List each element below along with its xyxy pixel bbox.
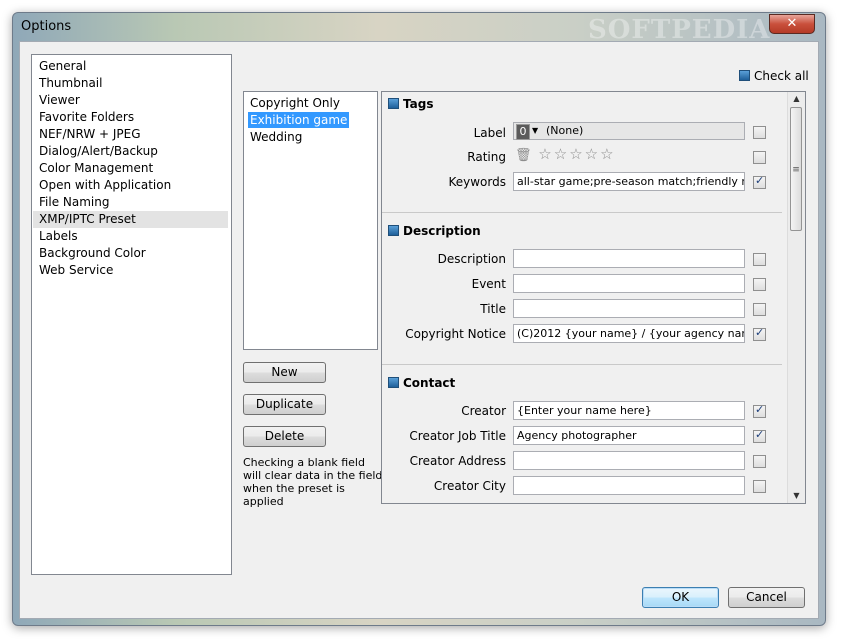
creator-city-input[interactable] (513, 476, 745, 495)
scroll-up-icon[interactable]: ▲ (788, 92, 805, 106)
category-item-thumbnail[interactable]: Thumbnail (33, 75, 228, 92)
category-item-dialog-alert-backup[interactable]: Dialog/Alert/Backup (33, 143, 228, 160)
keywords-field-label: Keywords (448, 175, 506, 189)
cancel-button[interactable]: Cancel (728, 587, 805, 608)
category-item-file-naming[interactable]: File Naming (33, 194, 228, 211)
tags-section-header[interactable]: Tags (388, 97, 433, 111)
copyright-notice-field-label: Copyright Notice (405, 327, 506, 341)
description-section-title: Description (403, 224, 481, 238)
metadata-panel[interactable]: Tags Label 0 ▼ (None) Rating 🗑 ☆☆☆☆☆ Key… (381, 91, 806, 504)
new-button[interactable]: New (243, 362, 326, 383)
category-item-labels[interactable]: Labels (33, 228, 228, 245)
copyright-notice-checkbox[interactable] (753, 326, 766, 341)
scrollbar-thumb[interactable]: ≡ (790, 107, 802, 231)
check-all-toggle[interactable]: Check all (739, 69, 809, 83)
category-item-open-with-application[interactable]: Open with Application (33, 177, 228, 194)
contact-section-header[interactable]: Contact (388, 376, 455, 390)
creator-address-field-label: Creator Address (409, 454, 506, 468)
category-item-web-service[interactable]: Web Service (33, 262, 228, 279)
creator-address-input[interactable] (513, 451, 745, 470)
category-list[interactable]: General Thumbnail Viewer Favorite Folder… (31, 54, 232, 575)
creator-job-title-input[interactable]: Agency photographer (513, 426, 745, 445)
rating-checkbox[interactable] (753, 151, 766, 164)
category-item-nef-nrw-jpeg[interactable]: NEF/NRW + JPEG (33, 126, 228, 143)
category-item-xmp-iptc-preset[interactable]: XMP/IPTC Preset (33, 211, 228, 228)
category-item-color-management[interactable]: Color Management (33, 160, 228, 177)
creator-job-title-field-label: Creator Job Title (409, 429, 506, 443)
section-divider (382, 364, 782, 365)
section-divider (382, 212, 782, 213)
rating-control[interactable]: 🗑 ☆☆☆☆☆ (515, 145, 616, 163)
rating-stars[interactable]: ☆☆☆☆☆ (538, 145, 615, 163)
label-color-badge: 0 (516, 124, 530, 140)
check-all-label: Check all (754, 69, 809, 83)
duplicate-button[interactable]: Duplicate (243, 394, 326, 415)
rating-field-label: Rating (467, 150, 506, 164)
label-dropdown[interactable]: 0 ▼ (None) (513, 122, 745, 140)
label-value: (None) (546, 124, 584, 137)
ok-button[interactable]: OK (642, 587, 719, 608)
event-field-label: Event (471, 277, 506, 291)
description-section-checkbox[interactable] (388, 225, 399, 236)
close-button[interactable]: ✕ (769, 14, 815, 34)
chevron-down-icon[interactable]: ▼ (532, 123, 538, 139)
contact-section-checkbox[interactable] (388, 377, 399, 388)
trash-reject-icon[interactable]: 🗑 (515, 148, 532, 163)
check-all-checkbox[interactable] (739, 70, 750, 81)
blank-field-note: Checking a blank field will clear data i… (243, 456, 383, 508)
preset-item-wedding[interactable]: Wedding (248, 129, 304, 145)
title-field-label: Title (480, 302, 506, 316)
category-item-general[interactable]: General (33, 58, 228, 75)
creator-checkbox[interactable] (753, 403, 766, 418)
tags-section-title: Tags (403, 97, 434, 111)
description-checkbox[interactable] (753, 253, 766, 266)
copyright-notice-input[interactable]: (C)2012 {your name} / {your agency name}… (513, 324, 745, 343)
description-field-label: Description (437, 252, 506, 266)
creator-input[interactable]: {Enter your name here} (513, 401, 745, 420)
title-bar[interactable]: Options SOFTPEDIA ✕ (13, 13, 825, 45)
category-item-background-color[interactable]: Background Color (33, 245, 228, 262)
keywords-input[interactable]: all-star game;pre-season match;friendly … (513, 172, 745, 191)
description-section-header[interactable]: Description (388, 224, 481, 238)
preset-list[interactable]: Copyright Only Exhibition game Wedding (243, 91, 378, 350)
preset-item-copyright-only[interactable]: Copyright Only (248, 95, 342, 111)
options-window: Options SOFTPEDIA ✕ General Thumbnail Vi… (12, 12, 826, 626)
keywords-checkbox[interactable] (753, 174, 766, 189)
label-checkbox[interactable] (753, 126, 766, 139)
category-item-viewer[interactable]: Viewer (33, 92, 228, 109)
dialog-client-area: General Thumbnail Viewer Favorite Folder… (19, 41, 819, 619)
creator-city-checkbox[interactable] (753, 480, 766, 493)
delete-button[interactable]: Delete (243, 426, 326, 447)
window-title: Options (21, 19, 72, 34)
contact-section-title: Contact (403, 376, 456, 390)
title-input[interactable] (513, 299, 745, 318)
creator-city-field-label: Creator City (433, 479, 506, 493)
preset-item-exhibition-game[interactable]: Exhibition game (248, 112, 350, 128)
category-item-favorite-folders[interactable]: Favorite Folders (33, 109, 228, 126)
creator-job-title-checkbox[interactable] (753, 428, 766, 443)
label-field-label: Label (473, 126, 506, 140)
tags-section-checkbox[interactable] (388, 98, 399, 109)
scroll-down-icon[interactable]: ▼ (788, 489, 805, 503)
event-input[interactable] (513, 274, 745, 293)
creator-address-checkbox[interactable] (753, 455, 766, 468)
title-checkbox[interactable] (753, 303, 766, 316)
event-checkbox[interactable] (753, 278, 766, 291)
creator-field-label: Creator (461, 404, 506, 418)
description-input[interactable] (513, 249, 745, 268)
panel-scrollbar[interactable]: ▲ ≡ ▼ (787, 92, 805, 503)
